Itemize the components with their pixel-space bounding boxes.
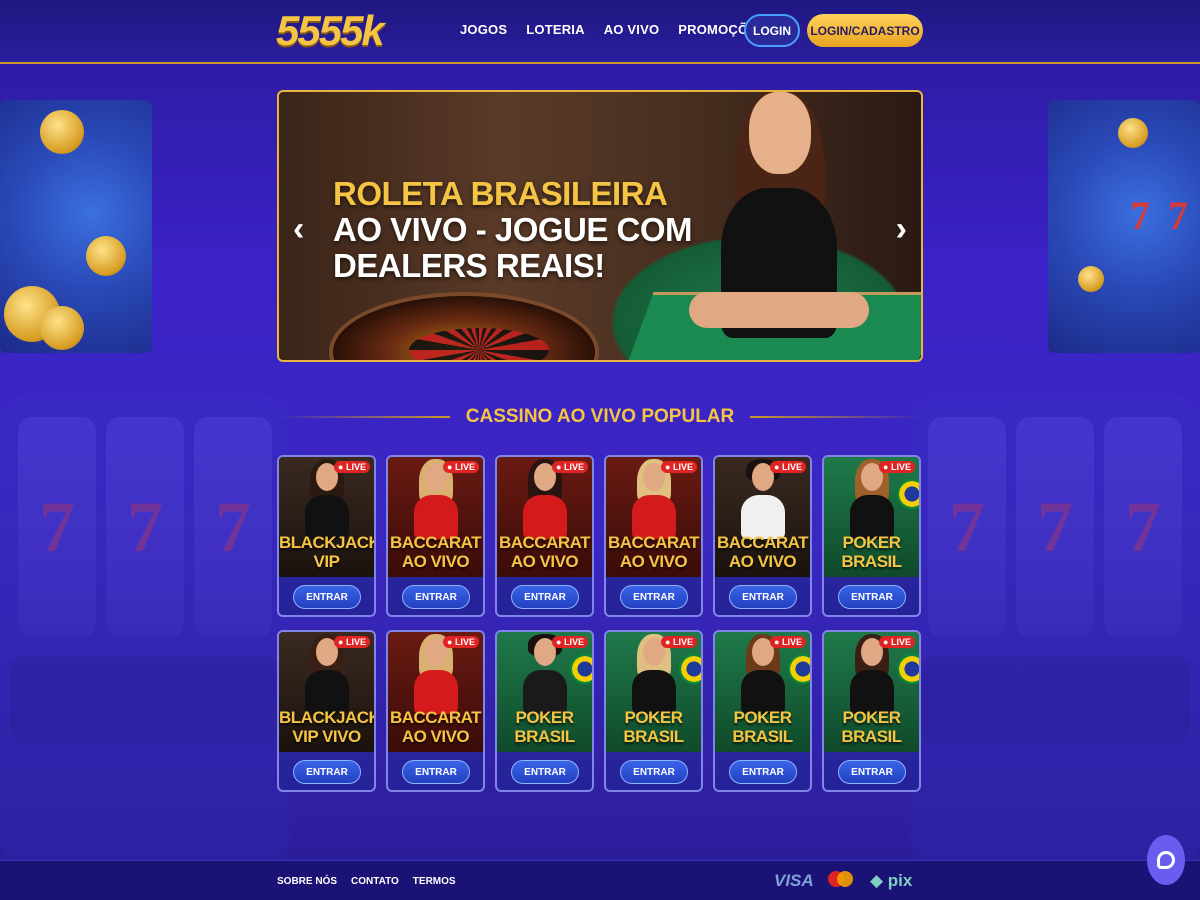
site-footer: SOBRE NÓS CONTATO TERMOS VISA ◆ pix	[0, 860, 1200, 900]
game-title: POKER BRASIL	[514, 708, 575, 746]
login-cadastro-button[interactable]: LOGIN/CADASTRO	[807, 14, 923, 47]
site-header: 5555k JOGOS LOTERIA AO VIVO PROMOÇÕES LO…	[0, 0, 1200, 64]
game-card-blackjack-vip-vivo[interactable]: ● LIVE BLACKJACK VIP VIVO ENTRAR	[277, 630, 376, 792]
coin-icon	[86, 236, 126, 276]
footer-link-sobre-nos[interactable]: SOBRE NÓS	[277, 876, 337, 887]
main-nav: JOGOS LOTERIA AO VIVO PROMOÇÕES	[460, 22, 766, 37]
game-title: POKER BRASIL	[623, 708, 684, 746]
game-card-baccarat-ao-vivo[interactable]: ● LIVE BACCARAT AO VIVO ENTRAR	[604, 455, 703, 617]
pix-logo: ◆ pix	[870, 871, 913, 890]
live-badge: ● LIVE	[552, 461, 588, 473]
enter-button[interactable]: ENTRAR	[729, 585, 797, 609]
game-title: BLACKJACK VIP VIVO	[279, 708, 376, 746]
game-card-baccarat-ao-vivo[interactable]: ● LIVE BACCARAT AO VIVO ENTRAR	[386, 630, 485, 792]
live-badge: ● LIVE	[661, 461, 697, 473]
enter-button[interactable]: ENTRAR	[402, 760, 470, 784]
game-card-baccarat-ao-vivo[interactable]: ● LIVE BACCARAT AO VIVO ENTRAR	[386, 455, 485, 617]
enter-button[interactable]: ENTRAR	[729, 760, 797, 784]
live-badge: ● LIVE	[770, 636, 806, 648]
live-badge: ● LIVE	[334, 461, 370, 473]
live-badge: ● LIVE	[443, 461, 479, 473]
side-banner-left[interactable]	[0, 100, 152, 353]
slot-reel: 7	[928, 417, 1006, 637]
slot-reel: 7	[1104, 417, 1182, 637]
nav-jogos[interactable]: JOGOS	[460, 22, 507, 37]
slot-reel: 7	[106, 417, 184, 637]
enter-button[interactable]: ENTRAR	[402, 585, 470, 609]
enter-button[interactable]: ENTRAR	[511, 585, 579, 609]
chat-support-button[interactable]	[1147, 835, 1185, 885]
game-card-baccarat-ao-vivo[interactable]: ● LIVE BACCARAT AO VIVO ENTRAR	[713, 455, 812, 617]
game-card-poker-brasil[interactable]: ● LIVE POKER BRASIL ENTRAR	[713, 630, 812, 792]
live-badge: ● LIVE	[443, 636, 479, 648]
visa-logo: VISA	[774, 871, 814, 890]
live-badge: ● LIVE	[334, 636, 370, 648]
mastercard-logo	[828, 871, 853, 891]
game-title: BACCARAT AO VIVO	[716, 533, 809, 571]
game-card-poker-brasil[interactable]: ● LIVE POKER BRASIL ENTRAR	[822, 630, 921, 792]
live-badge: ● LIVE	[552, 636, 588, 648]
live-casino-grid: ● LIVE BLACKJACK VIP ENTRAR ● LIVE BACCAR…	[277, 455, 923, 792]
enter-button[interactable]: ENTRAR	[293, 585, 361, 609]
brazil-flag-icon	[788, 654, 810, 684]
footer-link-contato[interactable]: CONTATO	[351, 876, 399, 887]
game-title: BACCARAT AO VIVO	[498, 533, 591, 571]
game-card-poker-brasil[interactable]: ● LIVE POKER BRASIL ENTRAR	[495, 630, 594, 792]
live-badge: ● LIVE	[879, 461, 915, 473]
game-title: BACCARAT AO VIVO	[607, 533, 700, 571]
game-title: BACCARAT AO VIVO	[389, 533, 482, 571]
coin-icon	[1118, 118, 1148, 148]
enter-button[interactable]: ENTRAR	[620, 585, 688, 609]
footer-links: SOBRE NÓS CONTATO TERMOS	[277, 876, 456, 887]
brazil-flag-icon	[679, 654, 701, 684]
slot-reel: 7	[1016, 417, 1094, 637]
background-slot-machine-right: 7 7 7	[910, 395, 1200, 865]
game-title: POKER BRASIL	[732, 708, 793, 746]
slot-seven-icon: 7	[1168, 193, 1188, 238]
slot-reel: 7	[18, 417, 96, 637]
dealer-image	[689, 92, 869, 360]
site-logo[interactable]: 5555k	[276, 7, 385, 55]
game-title: POKER BRASIL	[841, 708, 902, 746]
nav-ao-vivo[interactable]: AO VIVO	[604, 22, 660, 37]
enter-button[interactable]: ENTRAR	[293, 760, 361, 784]
hero-prev-arrow-icon[interactable]: ‹	[293, 210, 304, 249]
section-header: CASSINO AO VIVO POPULAR	[277, 404, 923, 430]
enter-button[interactable]: ENTRAR	[838, 760, 906, 784]
section-title: CASSINO AO VIVO POPULAR	[465, 406, 735, 427]
hero-next-arrow-icon[interactable]: ›	[896, 210, 907, 249]
game-card-blackjack-vip[interactable]: ● LIVE BLACKJACK VIP ENTRAR	[277, 455, 376, 617]
hero-title: ROLETA BRASILEIRA AO VIVO - JOGUE COM DE…	[333, 175, 693, 284]
live-badge: ● LIVE	[879, 636, 915, 648]
side-banner-right[interactable]: 7 7	[1048, 100, 1200, 353]
nav-loteria[interactable]: LOTERIA	[526, 22, 584, 37]
enter-button[interactable]: ENTRAR	[511, 760, 579, 784]
chat-bubble-icon	[1157, 851, 1175, 869]
hero-banner[interactable]: ROLETA BRASILEIRA AO VIVO - JOGUE COM DE…	[277, 90, 923, 362]
coin-icon	[40, 306, 84, 350]
background-slot-machine-left: 7 7 7	[0, 395, 290, 865]
login-button[interactable]: LOGIN	[744, 14, 800, 47]
game-title: BLACKJACK VIP	[279, 533, 376, 571]
live-badge: ● LIVE	[770, 461, 806, 473]
slot-seven-icon: 7	[1130, 193, 1150, 238]
footer-link-termos[interactable]: TERMOS	[413, 876, 456, 887]
coin-icon	[40, 110, 84, 154]
game-title: POKER BRASIL	[841, 533, 902, 571]
slot-reel: 7	[194, 417, 272, 637]
enter-button[interactable]: ENTRAR	[620, 760, 688, 784]
game-card-baccarat-ao-vivo[interactable]: ● LIVE BACCARAT AO VIVO ENTRAR	[495, 455, 594, 617]
brazil-flag-icon	[570, 654, 592, 684]
brazil-flag-icon	[897, 479, 919, 509]
coin-icon	[1078, 266, 1104, 292]
game-card-poker-brasil[interactable]: ● LIVE POKER BRASIL ENTRAR	[822, 455, 921, 617]
enter-button[interactable]: ENTRAR	[838, 585, 906, 609]
game-card-poker-brasil[interactable]: ● LIVE POKER BRASIL ENTRAR	[604, 630, 703, 792]
live-badge: ● LIVE	[661, 636, 697, 648]
game-title: BACCARAT AO VIVO	[389, 708, 482, 746]
brazil-flag-icon	[897, 654, 919, 684]
